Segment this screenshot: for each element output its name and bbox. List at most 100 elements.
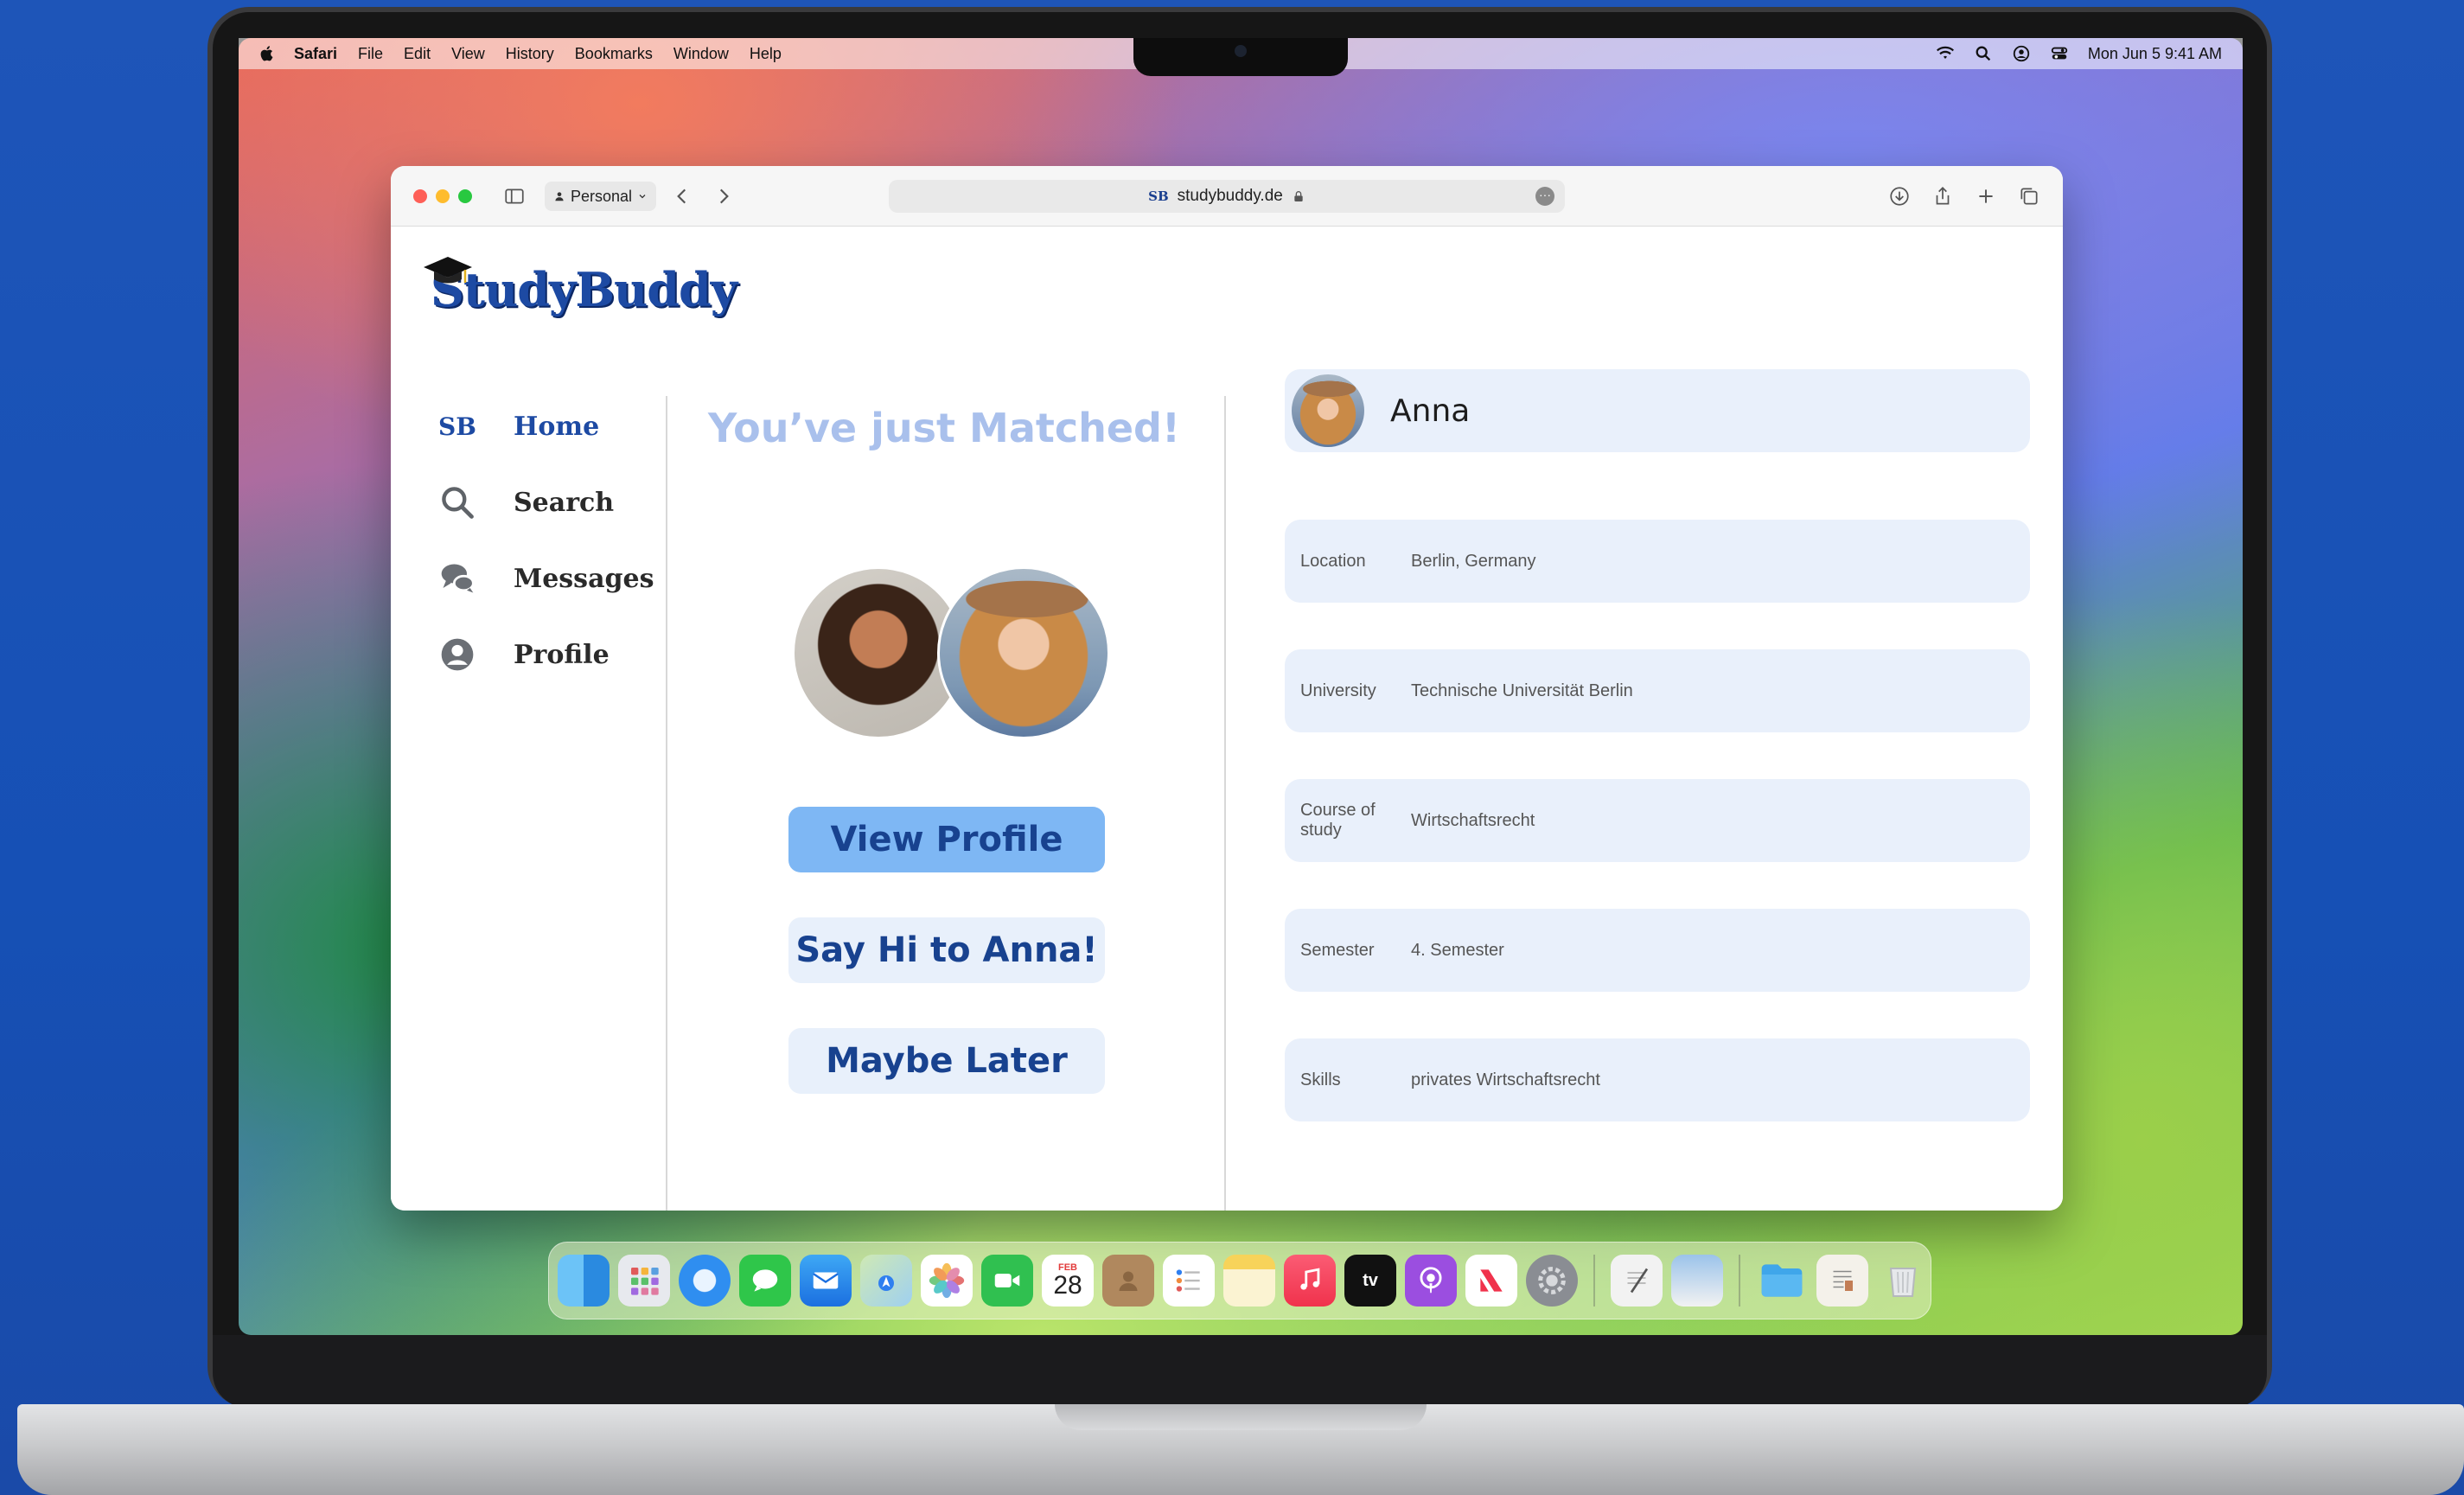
nav-item-profile[interactable]: Profile [436,629,661,680]
new-tab-icon[interactable] [1973,183,1999,209]
laptop-base-notch [1055,1404,1427,1430]
profile-switcher-label: Personal [571,187,633,205]
nav-item-messages[interactable]: Messages [436,553,661,604]
address-bar[interactable]: SB studybuddy.de ··· [889,180,1565,213]
say-hi-button[interactable]: Say Hi to Anna! [788,917,1105,983]
field-location-value: Berlin, Germany [1411,551,1536,571]
close-window-button[interactable] [413,189,427,203]
document-stack-icon[interactable] [1816,1255,1868,1307]
avatar [1292,374,1364,447]
maps-icon[interactable] [860,1255,912,1307]
calendar-icon[interactable]: FEB 28 [1042,1255,1094,1307]
forward-icon[interactable] [711,183,737,209]
nav-item-search[interactable]: Search [436,476,661,528]
field-university-value: Technische Universität Berlin [1411,680,1633,700]
dock-separator [1593,1255,1595,1307]
zoom-window-button[interactable] [458,189,472,203]
menu-help[interactable]: Help [750,45,782,63]
dock: FEB 28 tv [548,1242,1931,1319]
maybe-later-button[interactable]: Maybe Later [788,1028,1105,1094]
menu-clock[interactable]: Mon Jun 5 9:41 AM [2088,45,2222,63]
user-circle-icon [436,633,479,676]
menu-view[interactable]: View [451,45,485,63]
mail-icon[interactable] [800,1255,852,1307]
menu-window[interactable]: Window [673,45,729,63]
contacts-icon[interactable] [1102,1255,1154,1307]
chevron-down-icon [639,195,646,199]
profile-switcher[interactable]: Personal [545,182,657,211]
person-icon [555,192,564,201]
notes-icon[interactable] [1223,1255,1275,1307]
apple-tv-icon[interactable]: tv [1344,1255,1396,1307]
safari-window: Personal SB studybuddy.de ··· StudyBuddy… [391,166,2063,1211]
field-course: Course of study Wirtschaftsrecht [1285,779,2030,862]
nav-home-mark: SB [438,412,476,441]
divider-left [666,396,667,1211]
field-skills-value: privates Wirtschaftsrecht [1411,1070,1600,1089]
match-title: You’ve just Matched! [708,405,1180,451]
podcasts-icon[interactable] [1405,1255,1457,1307]
news-icon[interactable] [1465,1255,1517,1307]
downloads-icon[interactable] [1886,183,1912,209]
field-semester: Semester 4. Semester [1285,909,2030,992]
dock-separator-2 [1739,1255,1740,1307]
camera-notch [1133,38,1348,76]
field-location-key: Location [1300,551,1366,571]
safari-icon[interactable] [679,1255,731,1307]
page-menu-icon[interactable]: ··· [1535,187,1554,206]
field-skills-key: Skills [1300,1070,1341,1089]
menu-file[interactable]: File [358,45,383,63]
apple-icon[interactable] [258,44,277,63]
field-university: University Technische Universität Berlin [1285,649,2030,732]
tab-overview-icon[interactable] [2016,183,2042,209]
finder-icon[interactable] [558,1255,610,1307]
menu-bookmarks[interactable]: Bookmarks [575,45,653,63]
messages-icon[interactable] [739,1255,791,1307]
apple-tv-label: tv [1363,1270,1378,1290]
site-logo[interactable]: StudyBuddy [424,257,737,317]
wifi-icon[interactable] [1936,44,1955,63]
reminders-icon[interactable] [1163,1255,1215,1307]
view-profile-button[interactable]: View Profile [788,807,1105,872]
profile-name: Anna [1390,393,1471,429]
nav-item-home[interactable]: SB Home [436,400,661,452]
menu-app-name[interactable]: Safari [294,45,337,63]
nav-item-home-label: Home [514,411,600,442]
trash-icon[interactable] [1877,1255,1929,1307]
share-icon[interactable] [1930,183,1956,209]
textedit-icon[interactable] [1611,1255,1663,1307]
launchpad-icon[interactable] [618,1255,670,1307]
back-icon[interactable] [669,183,695,209]
sidebar-toggle-icon[interactable] [501,183,527,209]
field-university-key: University [1300,680,1376,700]
site-sidebar: SB Home Search Messages Profile [436,400,661,705]
divider-right [1224,396,1226,1211]
field-location: Location Berlin, Germany [1285,520,2030,603]
profile-header-card[interactable]: Anna [1285,369,2030,452]
field-semester-value: 4. Semester [1411,940,1504,960]
system-settings-icon[interactable] [1526,1255,1578,1307]
user-account-icon[interactable] [2012,44,2031,63]
minimize-window-button[interactable] [436,189,450,203]
field-semester-key: Semester [1300,940,1375,960]
field-course-key: Course of study [1300,801,1376,840]
nav-item-search-label: Search [514,487,615,518]
menu-history[interactable]: History [506,45,554,63]
preview-icon[interactable] [1671,1255,1723,1307]
lock-icon [1294,191,1303,201]
browser-toolbar: Personal SB studybuddy.de ··· [391,166,2063,227]
photos-icon[interactable] [921,1255,973,1307]
camera-lens [1235,45,1247,57]
sb-logo-icon: SB [436,405,479,448]
control-center-icon[interactable] [2050,44,2069,63]
field-course-value: Wirtschaftsrecht [1411,810,1535,830]
laptop-chin [213,1335,2267,1408]
spotlight-search-icon[interactable] [1974,44,1993,63]
nav-item-messages-label: Messages [514,563,654,594]
folder-icon[interactable] [1756,1255,1808,1307]
facetime-icon[interactable] [981,1255,1033,1307]
menu-edit[interactable]: Edit [404,45,431,63]
music-icon[interactable] [1284,1255,1336,1307]
chat-bubbles-icon [436,557,479,600]
site-favicon: SB [1148,188,1169,204]
